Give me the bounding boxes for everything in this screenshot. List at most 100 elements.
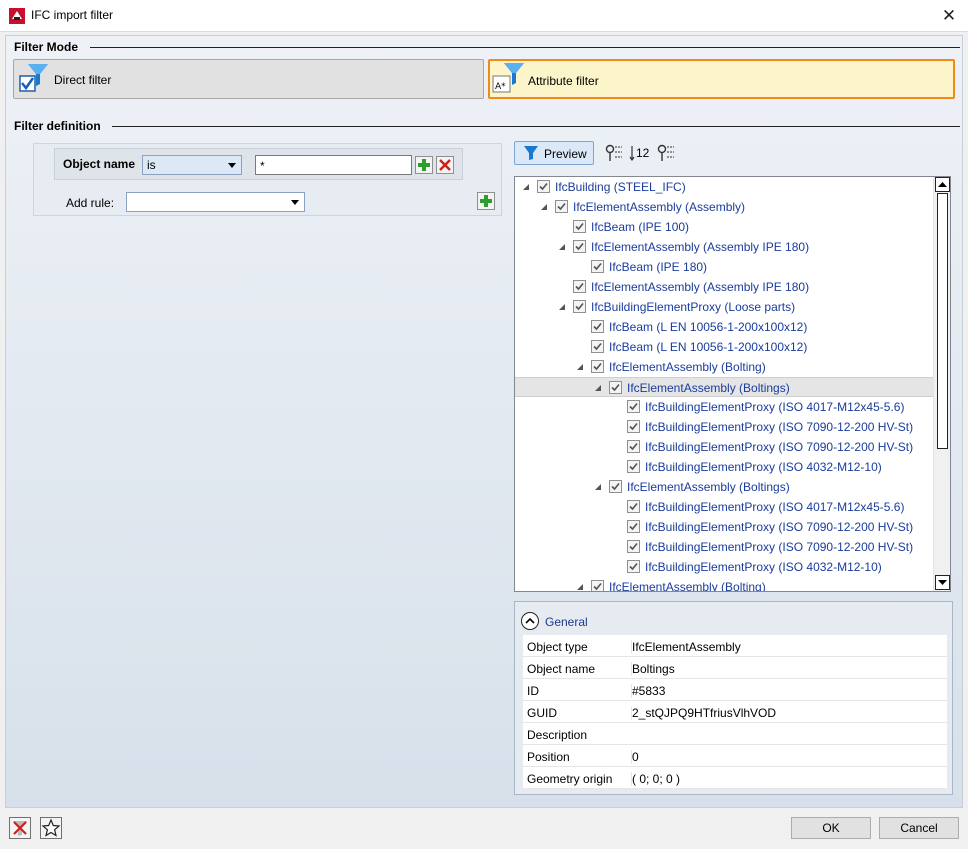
funnel-icon bbox=[524, 146, 538, 160]
tree-row[interactable]: IfcBuildingElementProxy (ISO 7090-12-200… bbox=[515, 437, 935, 457]
tree-row[interactable]: IfcBuildingElementProxy (ISO 4032-M12-10… bbox=[515, 557, 935, 577]
tree-row-label: IfcElementAssembly (Assembly IPE 180) bbox=[591, 240, 810, 254]
tree-expander-icon[interactable] bbox=[559, 304, 565, 310]
reset-filter-button[interactable] bbox=[9, 817, 31, 839]
tree-row-label: IfcBeam (IPE 180) bbox=[609, 260, 708, 274]
tree-row-label: IfcElementAssembly (Bolting) bbox=[609, 580, 766, 592]
tree-expander-icon[interactable] bbox=[523, 184, 529, 190]
property-value: 0 bbox=[631, 750, 639, 764]
tree-row[interactable]: IfcElementAssembly (Boltings) bbox=[515, 477, 935, 497]
tree-row-label: IfcBuildingElementProxy (ISO 7090-12-200… bbox=[645, 540, 914, 554]
delete-rule-button[interactable] bbox=[436, 156, 454, 174]
plus-icon bbox=[480, 195, 492, 207]
tree-row-checkbox[interactable] bbox=[591, 360, 604, 373]
attribute-filter-button[interactable]: A* Attribute filter bbox=[488, 59, 955, 99]
tree-row[interactable]: IfcElementAssembly (Assembly IPE 180) bbox=[515, 237, 935, 257]
add-rule-dropdown[interactable] bbox=[126, 192, 305, 212]
tree-expander-icon[interactable] bbox=[595, 385, 601, 391]
scroll-up-button[interactable] bbox=[935, 177, 950, 192]
tree-row-checkbox[interactable] bbox=[555, 200, 568, 213]
sort-numeric-button[interactable]: 12 bbox=[629, 144, 651, 162]
sort-numeric-label: 12 bbox=[636, 146, 650, 160]
tree-row-checkbox[interactable] bbox=[591, 320, 604, 333]
tree-row[interactable]: IfcElementAssembly (Assembly) bbox=[515, 197, 935, 217]
attribute-filter-label: Attribute filter bbox=[528, 74, 599, 88]
scroll-thumb[interactable] bbox=[937, 193, 948, 449]
tree-expander-icon[interactable] bbox=[595, 484, 601, 490]
tree-row[interactable]: IfcBuildingElementProxy (ISO 4017-M12x45… bbox=[515, 397, 935, 417]
filter-definition-heading: Filter definition bbox=[14, 119, 101, 133]
operator-dropdown[interactable]: is bbox=[142, 155, 242, 175]
tree-row-checkbox[interactable] bbox=[591, 260, 604, 273]
tree-row[interactable]: IfcElementAssembly (Bolting) bbox=[515, 357, 935, 377]
tree-row-label: IfcBeam (L EN 10056-1-200x100x12) bbox=[609, 340, 808, 354]
add-rule-button[interactable] bbox=[477, 192, 495, 210]
direct-filter-button[interactable]: Direct filter bbox=[13, 59, 484, 99]
property-row: Description bbox=[523, 723, 947, 745]
arrow-down-icon bbox=[938, 580, 947, 585]
tree-row-checkbox[interactable] bbox=[573, 280, 586, 293]
property-value: ( 0; 0; 0 ) bbox=[631, 772, 681, 786]
tree-row[interactable]: IfcBuildingElementProxy (ISO 4032-M12-10… bbox=[515, 457, 935, 477]
preview-button[interactable]: Preview bbox=[514, 141, 594, 165]
add-condition-button[interactable] bbox=[415, 156, 433, 174]
tree-row-checkbox[interactable] bbox=[627, 540, 640, 553]
property-key: Position bbox=[527, 750, 570, 764]
tree-row[interactable]: IfcElementAssembly (Boltings) bbox=[515, 377, 935, 397]
tree-row[interactable]: IfcBeam (IPE 100) bbox=[515, 217, 935, 237]
tree-row-checkbox[interactable] bbox=[627, 520, 640, 533]
tree-row[interactable]: IfcElementAssembly (Assembly IPE 180) bbox=[515, 277, 935, 297]
tree-row[interactable]: IfcBeam (L EN 10056-1-200x100x12) bbox=[515, 337, 935, 357]
tree-row-label: IfcBuildingElementProxy (ISO 4017-M12x45… bbox=[645, 400, 905, 414]
tree-row-checkbox[interactable] bbox=[573, 220, 586, 233]
tree-row[interactable]: IfcElementAssembly (Bolting) bbox=[515, 577, 935, 592]
tree-vertical-scrollbar[interactable] bbox=[933, 177, 950, 591]
tree-row[interactable]: IfcBuildingElementProxy (ISO 7090-12-200… bbox=[515, 537, 935, 557]
object-name-value-input[interactable]: * bbox=[255, 155, 412, 175]
tree-row-checkbox[interactable] bbox=[537, 180, 550, 193]
tree-row-checkbox[interactable] bbox=[609, 480, 622, 493]
tree-row-checkbox[interactable] bbox=[573, 240, 586, 253]
property-row: ID #5833 bbox=[523, 679, 947, 701]
tree-row-label: IfcElementAssembly (Boltings) bbox=[627, 480, 790, 494]
tree-row[interactable]: IfcBeam (IPE 180) bbox=[515, 257, 935, 277]
filter-mode-heading: Filter Mode bbox=[14, 40, 79, 54]
tree-row-checkbox[interactable] bbox=[591, 340, 604, 353]
ok-button[interactable]: OK bbox=[791, 817, 871, 839]
collapse-up-icon[interactable] bbox=[521, 612, 539, 630]
tree-filter-icon[interactable] bbox=[656, 144, 676, 162]
tree-row[interactable]: IfcBuildingElementProxy (ISO 7090-12-200… bbox=[515, 517, 935, 537]
object-name-label: Object name bbox=[63, 157, 136, 171]
tree-expander-icon[interactable] bbox=[559, 244, 565, 250]
property-key: ID bbox=[527, 684, 539, 698]
chevron-down-icon bbox=[291, 200, 299, 205]
tree-row[interactable]: IfcBuilding (STEEL_IFC) bbox=[515, 177, 935, 197]
close-window-button[interactable]: ✕ bbox=[938, 5, 960, 27]
tree-row-checkbox[interactable] bbox=[627, 500, 640, 513]
tree-row-label: IfcBuildingElementProxy (ISO 7090-12-200… bbox=[645, 440, 914, 454]
tree-row-checkbox[interactable] bbox=[609, 381, 622, 394]
tree-row-checkbox[interactable] bbox=[627, 420, 640, 433]
tree-row[interactable]: IfcBuildingElementProxy (ISO 4017-M12x45… bbox=[515, 497, 935, 517]
favorites-button[interactable] bbox=[40, 817, 62, 839]
tree-row-checkbox[interactable] bbox=[627, 560, 640, 573]
tree-row-checkbox[interactable] bbox=[591, 580, 604, 591]
properties-panel: General Object type IfcElementAssembly Obj… bbox=[514, 601, 953, 795]
tree-row-checkbox[interactable] bbox=[627, 400, 640, 413]
tree-settings-icon[interactable] bbox=[604, 144, 624, 162]
tree-row[interactable]: IfcBuildingElementProxy (Loose parts) bbox=[515, 297, 935, 317]
cancel-button[interactable]: Cancel bbox=[879, 817, 959, 839]
tree-row-checkbox[interactable] bbox=[573, 300, 586, 313]
tree-row-checkbox[interactable] bbox=[627, 440, 640, 453]
tree-row[interactable]: IfcBuildingElementProxy (ISO 7090-12-200… bbox=[515, 417, 935, 437]
property-row: Object type IfcElementAssembly bbox=[523, 635, 947, 657]
scroll-down-button[interactable] bbox=[935, 575, 950, 590]
tree-row[interactable]: IfcBeam (L EN 10056-1-200x100x12) bbox=[515, 317, 935, 337]
ifc-structure-tree[interactable]: IfcBuilding (STEEL_IFC) IfcElementAssembl… bbox=[514, 176, 951, 592]
tree-row-checkbox[interactable] bbox=[627, 460, 640, 473]
tree-expander-icon[interactable] bbox=[577, 364, 583, 370]
tree-row-label: IfcBuildingElementProxy (ISO 4017-M12x45… bbox=[645, 500, 905, 514]
tree-expander-icon[interactable] bbox=[577, 584, 583, 590]
tree-expander-icon[interactable] bbox=[541, 204, 547, 210]
dialog-body: Filter Mode Direct filter A* Attribute f… bbox=[5, 35, 963, 808]
